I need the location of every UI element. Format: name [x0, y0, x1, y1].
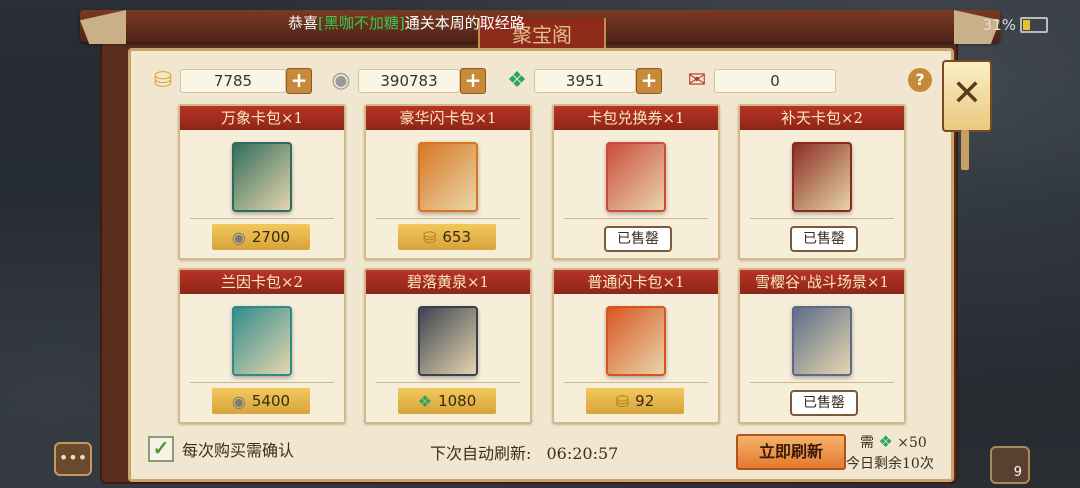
- marquee-player: [黑咖不加糖]: [318, 14, 405, 32]
- shop-item-card[interactable]: 卡包兑换券×1 已售罄: [552, 104, 720, 260]
- divider: [750, 218, 894, 219]
- item-price: 1080: [438, 392, 477, 410]
- gold-value: 7785: [180, 69, 286, 93]
- buy-button[interactable]: ◉ 2700: [212, 224, 310, 250]
- divider: [190, 382, 334, 383]
- shop-item-card[interactable]: 雪樱谷"战斗场景×1 已售罄: [738, 268, 906, 424]
- item-image: [792, 306, 852, 376]
- divider: [376, 218, 520, 219]
- gold-ingot-icon: ⛁: [422, 227, 437, 247]
- buy-button[interactable]: ◉ 5400: [212, 388, 310, 414]
- shop-item-card[interactable]: 兰因卡包×2 ◉ 5400: [178, 268, 346, 424]
- item-title: 碧落黄泉×1: [366, 270, 530, 294]
- add-silver-button[interactable]: +: [460, 68, 486, 94]
- add-jade-button[interactable]: +: [636, 68, 662, 94]
- add-gold-button[interactable]: +: [286, 68, 312, 94]
- shop-item-card[interactable]: 豪华闪卡包×1 ⛁ 653: [364, 104, 532, 260]
- buy-button[interactable]: ⛁ 92: [586, 388, 684, 414]
- close-icon: ✕: [951, 73, 983, 114]
- remaining-refreshes: 今日剩余10次: [846, 456, 934, 472]
- divider: [564, 218, 708, 219]
- scroll-value: 0: [714, 69, 836, 93]
- confirm-toggle[interactable]: ✓ 每次购买需确认: [148, 436, 294, 462]
- item-price: 92: [635, 392, 655, 410]
- help-button[interactable]: ?: [908, 68, 932, 92]
- gold-ingot-icon: ⛁: [615, 391, 630, 411]
- silver-coin-icon: ◉: [231, 227, 246, 247]
- chat-icon: •••: [58, 448, 88, 467]
- chat-button[interactable]: •••: [54, 442, 92, 476]
- marquee-prefix: 恭喜: [288, 14, 319, 32]
- resource-silver: ◉ 390783 +: [324, 68, 486, 94]
- item-image: [232, 142, 292, 212]
- refresh-time: 06:20:57: [546, 444, 619, 463]
- refresh-now-button[interactable]: 立即刷新: [736, 434, 846, 470]
- checkmark-icon: ✓: [148, 436, 174, 462]
- item-price: 653: [442, 228, 472, 246]
- shop-item-card[interactable]: 碧落黄泉×1 ❖ 1080: [364, 268, 532, 424]
- silver-coin-icon: ◉: [231, 391, 246, 411]
- resource-jade: ❖ 3951 +: [500, 68, 662, 94]
- scroll-icon: ✉: [687, 68, 707, 93]
- item-image: [418, 306, 478, 376]
- item-price: 2700: [251, 228, 291, 246]
- silver-coin-icon: ◉: [331, 68, 351, 93]
- close-button[interactable]: ✕: [942, 60, 992, 132]
- refresh-cost: 需 ❖ ×50: [860, 432, 927, 452]
- item-image: [418, 142, 478, 212]
- battery-percent: 31%: [982, 16, 1016, 34]
- item-title: 卡包兑换券×1: [554, 106, 718, 130]
- bag-count: 9: [1013, 465, 1022, 480]
- item-title: 万象卡包×1: [180, 106, 344, 130]
- resource-scroll: ✉ 0: [680, 68, 836, 94]
- divider: [376, 382, 520, 383]
- item-image: [606, 306, 666, 376]
- item-title: 补天卡包×2: [740, 106, 904, 130]
- lamp-tassel: [961, 130, 969, 170]
- sold-out-stamp: 已售罄: [790, 226, 858, 252]
- divider: [750, 382, 894, 383]
- buy-button[interactable]: ❖ 1080: [398, 388, 496, 414]
- jade-value: 3951: [534, 69, 636, 93]
- item-title: 普通闪卡包×1: [554, 270, 718, 294]
- shop-item-card[interactable]: 补天卡包×2 已售罄: [738, 104, 906, 260]
- refresh-timer: 下次自动刷新: 06:20:57: [430, 440, 618, 464]
- jade-icon: ❖: [507, 68, 527, 93]
- item-price: 5400: [251, 392, 291, 410]
- shop-item-card[interactable]: 万象卡包×1 ◉ 2700: [178, 104, 346, 260]
- item-image: [232, 306, 292, 376]
- refresh-prefix: 下次自动刷新:: [430, 444, 532, 463]
- battery-icon: [1020, 17, 1048, 33]
- gold-ingot-icon: ⛁: [153, 68, 173, 93]
- silver-value: 390783: [358, 69, 460, 93]
- sold-out-stamp: 已售罄: [604, 226, 672, 252]
- item-image: [606, 142, 666, 212]
- battery-status: 31%: [983, 16, 1048, 34]
- confirm-label: 每次购买需确认: [182, 441, 295, 460]
- buy-button[interactable]: ⛁ 653: [398, 224, 496, 250]
- divider: [564, 382, 708, 383]
- bag-button[interactable]: 9: [990, 446, 1030, 484]
- divider: [190, 218, 334, 219]
- announcement-marquee: 恭喜[黑咖不加糖]通关本周的取经路: [288, 12, 525, 33]
- jade-icon: ❖: [417, 391, 433, 411]
- resource-gold: ⛁ 7785 +: [146, 68, 312, 94]
- item-image: [792, 142, 852, 212]
- need-cost: ×50: [897, 435, 927, 451]
- jade-icon: ❖: [878, 432, 893, 451]
- item-title: 雪樱谷"战斗场景×1: [740, 270, 904, 294]
- item-title: 兰因卡包×2: [180, 270, 344, 294]
- shop-item-card[interactable]: 普通闪卡包×1 ⛁ 92: [552, 268, 720, 424]
- need-label: 需: [860, 435, 874, 451]
- sold-out-stamp: 已售罄: [790, 390, 858, 416]
- marquee-suffix: 通关本周的取经路: [404, 14, 525, 32]
- item-title: 豪华闪卡包×1: [366, 106, 530, 130]
